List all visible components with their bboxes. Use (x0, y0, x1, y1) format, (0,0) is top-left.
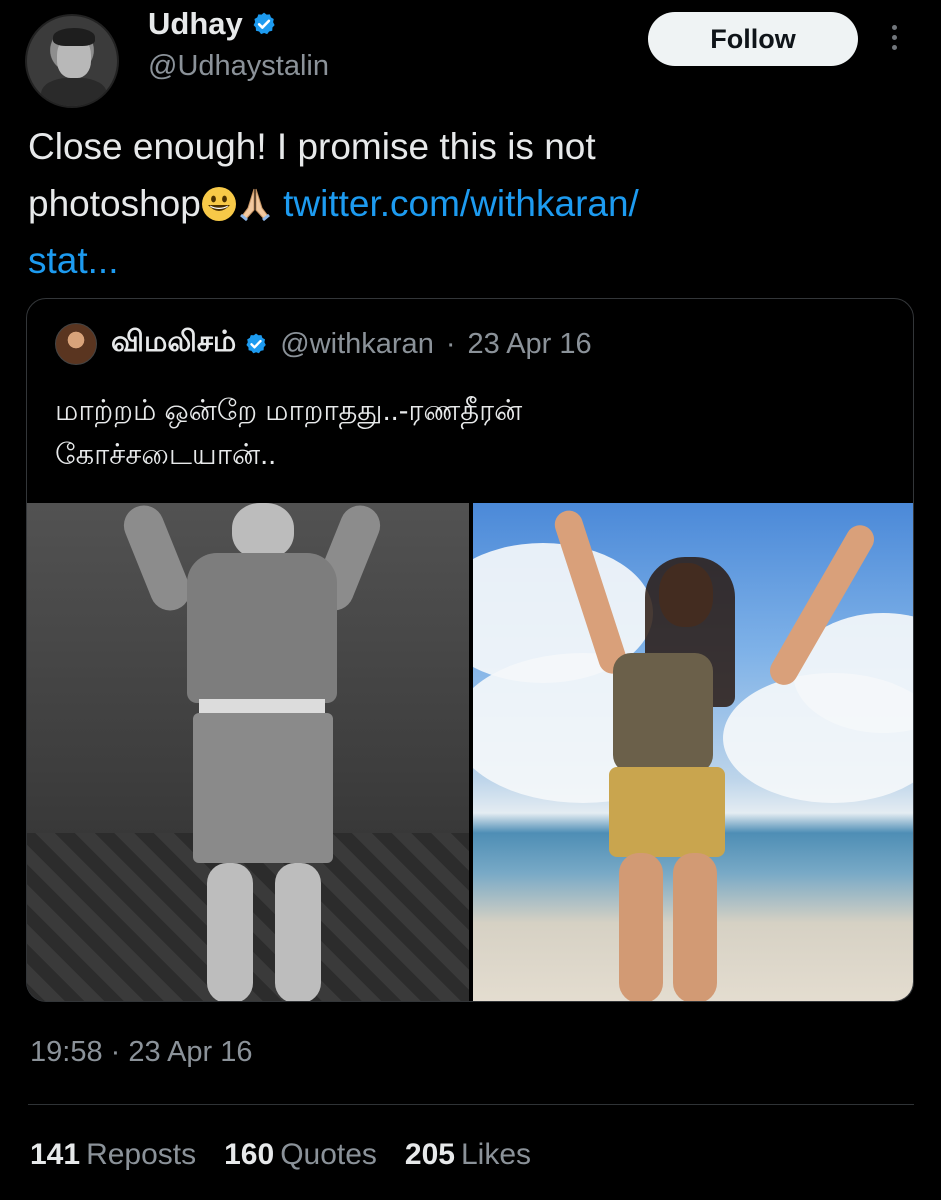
avatar-body-shape (41, 78, 107, 106)
photo-shorts-shape (193, 713, 333, 863)
photo-head-shape (232, 503, 294, 559)
timestamp-separator: · (110, 1036, 121, 1068)
quoted-tweet-text: மாற்றம் ஒன்றே மாறாதது..-ரணதீரன் கோச்சடைய… (55, 389, 895, 477)
quoted-tweet-date: 23 Apr 16 (467, 327, 592, 360)
quotes-label: Quotes (280, 1138, 377, 1171)
tweet-text-line-2: photoshop twitter.com/withkaran/ (28, 175, 908, 232)
folded-hands-emoji-icon (239, 188, 270, 222)
tweet-timestamp[interactable]: 19:58 · 23 Apr 16 (30, 1036, 253, 1069)
quoted-author-name[interactable]: விமலிசம் (111, 326, 236, 362)
stats-divider (28, 1104, 914, 1105)
author-handle[interactable]: @Udhaystalin (148, 50, 329, 83)
grinning-face-emoji-icon (201, 187, 236, 221)
tweet-text-line-1: Close enough! I promise this is not (28, 126, 596, 167)
tweet-time: 19:58 (30, 1036, 103, 1068)
tweet-header: Udhay @Udhaystalin Follow (0, 0, 941, 110)
photo-torso-shape (187, 553, 337, 703)
likes-count: 205 (404, 1138, 455, 1171)
photo-leg-right-shape (673, 853, 717, 1001)
avatar-hair-shape (53, 28, 95, 46)
author-avatar[interactable] (25, 14, 119, 108)
photo-leg-right-shape (275, 863, 321, 1001)
tweet-text-line-3: stat... (28, 232, 908, 289)
quoted-author-handle[interactable]: @withkaran (280, 328, 434, 361)
quoted-text-line-1: மாற்றம் ஒன்றே மாறாதது..-ரணதீரன் (55, 395, 523, 427)
quoted-photo-right[interactable] (473, 503, 913, 1001)
quoted-meta-separator: · (445, 327, 456, 360)
tweet-text-word: photoshop (28, 183, 201, 224)
tweet-body: Close enough! I promise this is not phot… (28, 118, 908, 289)
reposts-stat[interactable]: 141 Reposts (30, 1138, 196, 1172)
reposts-count: 141 (30, 1138, 81, 1171)
author-name-row[interactable]: Udhay (148, 6, 277, 42)
likes-stat[interactable]: 205 Likes (405, 1138, 531, 1172)
photo-leg-left-shape (207, 863, 253, 1001)
follow-button[interactable]: Follow (648, 12, 858, 66)
quoted-tweet-header: விமலிசம் @withkaran · 23 Apr 16 (55, 323, 592, 365)
likes-label: Likes (460, 1138, 532, 1171)
photo-top-shape (613, 653, 713, 773)
reposts-label: Reposts (86, 1138, 197, 1171)
photo-skirt-shape (609, 767, 725, 857)
quotes-stat[interactable]: 160 Quotes (224, 1138, 377, 1172)
quoted-author-avatar[interactable] (55, 323, 97, 365)
photo-arm-left-shape (117, 503, 197, 617)
quoted-text-line-2: கோச்சடையான்.. (55, 439, 277, 471)
tweet-link-part-1[interactable]: twitter.com/withkaran/ (283, 183, 639, 224)
photo-leg-left-shape (619, 853, 663, 1001)
photo-belt-shape (199, 699, 325, 713)
tweet-date: 23 Apr 16 (128, 1036, 253, 1068)
photo-cloud-shape (723, 673, 913, 803)
verified-badge-icon (253, 12, 275, 35)
author-display-name[interactable]: Udhay (148, 6, 243, 42)
more-options-icon[interactable] (884, 22, 904, 58)
quoted-photo-left[interactable] (27, 503, 469, 1001)
quoted-verified-badge-icon (246, 333, 267, 354)
engagement-stats: 141 Reposts 160 Quotes 205 Likes (30, 1138, 531, 1172)
quoted-tweet-card[interactable]: விமலிசம் @withkaran · 23 Apr 16 மாற்றம் … (26, 298, 914, 1002)
quotes-count: 160 (224, 1138, 275, 1171)
tweet-link-part-2[interactable]: stat... (28, 240, 118, 281)
